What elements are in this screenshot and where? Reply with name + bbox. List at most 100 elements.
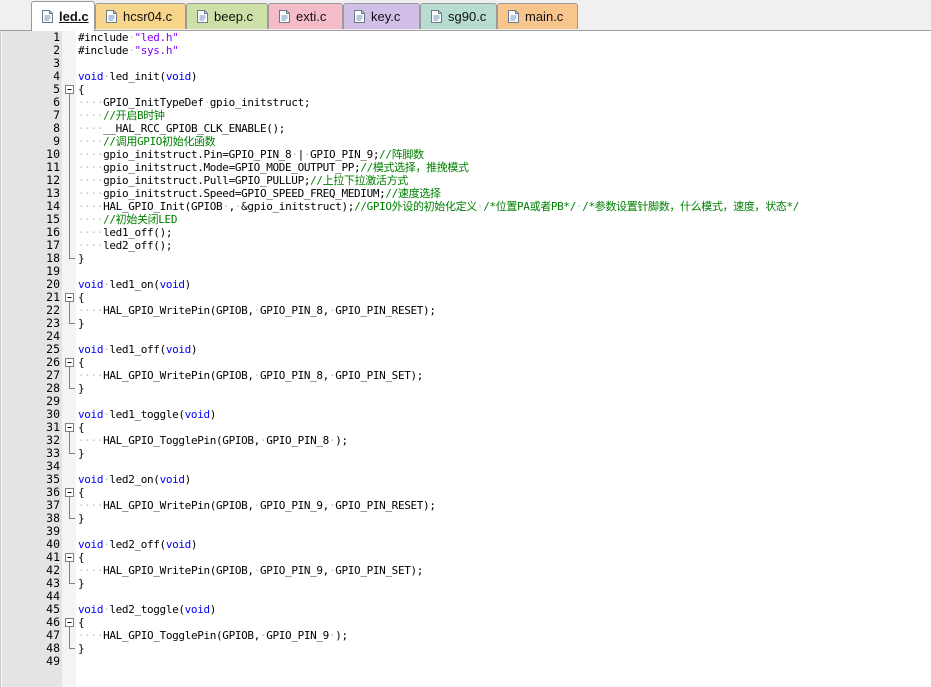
- document-icon: [431, 10, 442, 23]
- fold-line-icon: [63, 304, 76, 317]
- code-line[interactable]: 37 ····HAL_GPIO_WritePin(GPIOB,·GPIO_PIN_…: [1, 499, 931, 512]
- fold-line-icon: [63, 109, 76, 122]
- tab-label: sg90.c: [448, 9, 487, 24]
- tab-label: exti.c: [296, 9, 327, 24]
- code-line[interactable]: 22 ····HAL_GPIO_WritePin(GPIOB,·GPIO_PIN_…: [1, 304, 931, 317]
- code-line[interactable]: 6 ····GPIO_InitTypeDef·gpio_initstruct;: [1, 96, 931, 109]
- code-text: {: [78, 486, 85, 499]
- tab-beep-c[interactable]: beep.c: [186, 3, 268, 29]
- fold-minus-icon[interactable]: [63, 421, 76, 434]
- code-line[interactable]: 21{: [1, 291, 931, 304]
- code-line[interactable]: 40 void·led2_off(void): [1, 538, 931, 552]
- tab-label: key.c: [371, 9, 401, 24]
- fold-line-icon: [63, 564, 76, 577]
- code-line[interactable]: 45 void·led2_toggle(void): [1, 603, 931, 617]
- line-number: 4: [53, 69, 60, 83]
- fold-minus-icon[interactable]: [63, 551, 76, 564]
- code-text: void·led2_off(void): [78, 538, 198, 551]
- code-line[interactable]: 19: [1, 265, 931, 278]
- code-line[interactable]: 25 void·led1_off(void): [1, 343, 931, 357]
- code-text: #include·"led.h": [78, 31, 179, 44]
- code-text: ····led2_off();: [78, 239, 173, 252]
- code-line[interactable]: 26{: [1, 356, 931, 369]
- code-line[interactable]: 20 void·led1_on(void): [1, 278, 931, 292]
- code-line[interactable]: 32 ····HAL_GPIO_TogglePin(GPIOB,·GPIO_PIN…: [1, 434, 931, 447]
- code-line[interactable]: 11 ····gpio_initstruct.Mode=GPIO_MODE_OUT…: [1, 161, 931, 174]
- fold-end-icon: [63, 577, 76, 590]
- code-line[interactable]: 18}: [1, 252, 931, 266]
- fold-end-icon: [63, 512, 76, 525]
- code-line[interactable]: 24: [1, 330, 931, 343]
- tab-led-c[interactable]: led.c: [31, 1, 95, 31]
- line-number: 6: [53, 95, 60, 109]
- code-line[interactable]: 29: [1, 395, 931, 408]
- tab-main-c[interactable]: main.c: [497, 3, 578, 29]
- code-line[interactable]: 15 ····//初始关闭LED: [1, 213, 931, 226]
- code-line[interactable]: 23}: [1, 317, 931, 331]
- tab-hcsr04-c[interactable]: hcsr04.c: [95, 3, 186, 29]
- code-line[interactable]: 9 ····//调用GPIO初始化函数: [1, 135, 931, 148]
- fold-line-icon: [63, 434, 76, 447]
- document-icon: [508, 10, 519, 23]
- tab-exti-c[interactable]: exti.c: [268, 3, 343, 29]
- fold-minus-icon[interactable]: [63, 356, 76, 369]
- fold-line-icon: [63, 135, 76, 148]
- code-text: ····led1_off();: [78, 226, 173, 239]
- code-text: #include·"sys.h": [78, 44, 179, 57]
- code-line[interactable]: 13 ····gpio_initstruct.Speed=GPIO_SPEED_F…: [1, 187, 931, 200]
- code-line[interactable]: 38}: [1, 512, 931, 526]
- code-line[interactable]: 34: [1, 460, 931, 473]
- code-line[interactable]: 1 #include·"led.h": [1, 31, 931, 45]
- fold-minus-icon[interactable]: [63, 291, 76, 304]
- code-line[interactable]: 43}: [1, 577, 931, 591]
- document-icon: [42, 10, 53, 23]
- line-number: 2: [53, 43, 60, 57]
- code-line[interactable]: 12 ····gpio_initstruct.Pull=GPIO_PULLUP;/…: [1, 174, 931, 187]
- code-line[interactable]: 27 ····HAL_GPIO_WritePin(GPIOB,·GPIO_PIN_…: [1, 369, 931, 382]
- code-line[interactable]: 3: [1, 57, 931, 70]
- code-line[interactable]: 16 ····led1_off();: [1, 226, 931, 239]
- code-line[interactable]: 8 ····__HAL_RCC_GPIOB_CLK_ENABLE();: [1, 122, 931, 135]
- code-line[interactable]: 17 ····led2_off();: [1, 239, 931, 252]
- code-line[interactable]: 30 void·led1_toggle(void): [1, 408, 931, 422]
- code-line[interactable]: 46{: [1, 616, 931, 629]
- code-line[interactable]: 7 ····//开启B时钟: [1, 109, 931, 122]
- code-line[interactable]: 39: [1, 525, 931, 538]
- fold-line-icon: [63, 148, 76, 161]
- code-line[interactable]: 31{: [1, 421, 931, 434]
- code-text: void·led_init(void): [78, 70, 198, 83]
- line-number: 49: [46, 654, 60, 668]
- fold-minus-icon[interactable]: [63, 83, 76, 96]
- code-line[interactable]: 33}: [1, 447, 931, 461]
- code-line[interactable]: 36{: [1, 486, 931, 499]
- fold-line-icon: [63, 187, 76, 200]
- code-line[interactable]: 4 void·led_init(void): [1, 69, 931, 84]
- code-line[interactable]: 2 #include·"sys.h": [1, 43, 931, 58]
- code-line[interactable]: 35 void·led2_on(void): [1, 473, 931, 487]
- code-text: void·led1_toggle(void): [78, 408, 217, 421]
- fold-minus-icon[interactable]: [63, 616, 76, 629]
- tab-key-c[interactable]: key.c: [343, 3, 420, 29]
- code-line[interactable]: 42 ····HAL_GPIO_WritePin(GPIOB,·GPIO_PIN_…: [1, 564, 931, 577]
- code-line[interactable]: 48}: [1, 642, 931, 656]
- code-text: void·led1_on(void): [78, 278, 191, 291]
- code-text: {: [78, 356, 85, 369]
- code-text: ····HAL_GPIO_WritePin(GPIOB,·GPIO_PIN_8,…: [78, 304, 436, 317]
- tab-sg90-c[interactable]: sg90.c: [420, 3, 497, 29]
- code-line[interactable]: 14 ····HAL_GPIO_Init(GPIOB·,·&gpio_initst…: [1, 200, 931, 213]
- code-line[interactable]: 41{: [1, 551, 931, 564]
- code-line[interactable]: 47 ····HAL_GPIO_TogglePin(GPIOB,·GPIO_PIN…: [1, 629, 931, 642]
- fold-minus-icon[interactable]: [63, 486, 76, 499]
- code-editor[interactable]: 1 #include·"led.h" 2 #include·"sys.h" 3 4 void…: [0, 31, 931, 687]
- code-text: ····GPIO_InitTypeDef·gpio_initstruct;: [78, 96, 311, 109]
- code-line[interactable]: 5{: [1, 83, 931, 96]
- line-number: 5: [53, 82, 60, 96]
- line-number: 8: [53, 121, 60, 135]
- code-line[interactable]: 28}: [1, 382, 931, 396]
- code-text: ····HAL_GPIO_WritePin(GPIOB,·GPIO_PIN_9,…: [78, 564, 424, 577]
- fold-line-icon: [63, 213, 76, 226]
- code-text: }: [78, 382, 85, 395]
- code-line[interactable]: 10 ····gpio_initstruct.Pin=GPIO_PIN_8·|·G…: [1, 148, 931, 161]
- code-line[interactable]: 44: [1, 590, 931, 603]
- code-line[interactable]: 49: [1, 655, 931, 668]
